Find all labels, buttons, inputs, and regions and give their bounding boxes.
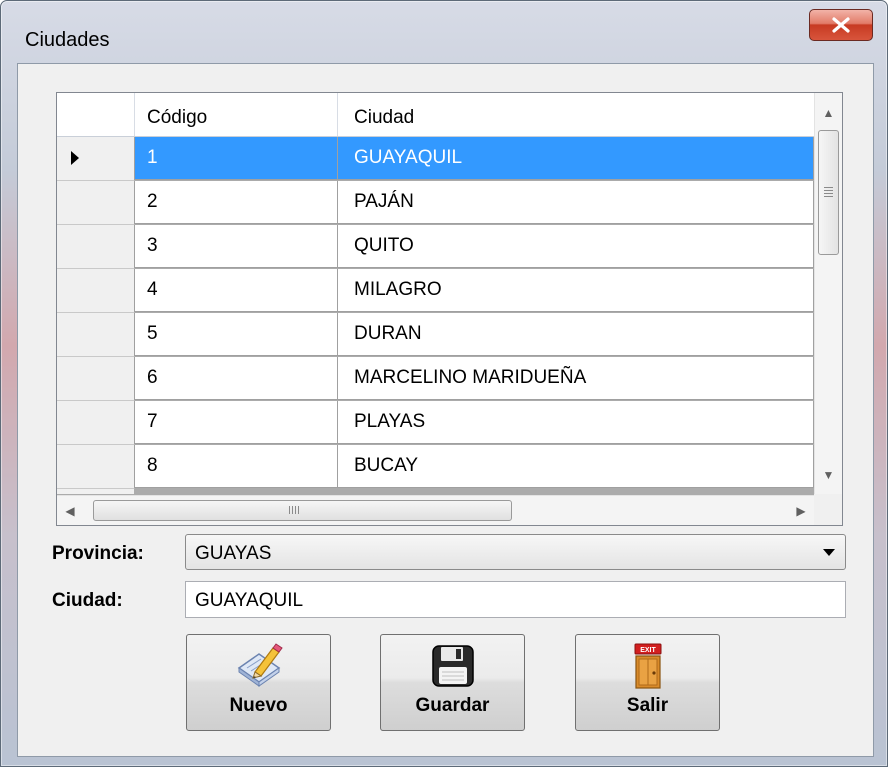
horizontal-scrollbar[interactable]: ◀ ▶ xyxy=(57,495,814,525)
column-header-ciudad[interactable]: Ciudad xyxy=(338,93,814,136)
table-row[interactable]: 1 GUAYAQUIL xyxy=(57,137,814,181)
table-row[interactable]: 3 QUITO xyxy=(57,225,814,269)
guardar-button[interactable]: Guardar xyxy=(380,634,525,731)
client-area: Código Ciudad 1 GUAYAQUIL 2 PAJÁN 3 QUIT… xyxy=(17,63,874,757)
dropdown-arrow-icon[interactable] xyxy=(823,549,835,556)
salir-button[interactable]: EXIT Salir xyxy=(575,634,720,731)
vertical-scroll-thumb[interactable] xyxy=(818,130,839,255)
grid-header: Código Ciudad xyxy=(57,93,814,137)
provincia-label: Provincia: xyxy=(52,543,144,564)
ciudad-input[interactable]: GUAYAQUIL xyxy=(185,581,846,618)
scroll-up-icon[interactable]: ▲ xyxy=(815,99,842,126)
row-header[interactable] xyxy=(57,225,135,269)
table-row[interactable]: 4 MILAGRO xyxy=(57,269,814,313)
horizontal-scroll-thumb[interactable] xyxy=(93,500,512,521)
vertical-scrollbar[interactable]: ▲ ▼ xyxy=(814,93,842,494)
cell-ciudad[interactable]: PAJÁN xyxy=(338,181,814,224)
cell-ciudad[interactable]: MILAGRO xyxy=(338,269,814,312)
save-floppy-icon xyxy=(431,645,474,687)
cell-ciudad[interactable]: MARCELINO MARIDUEÑA xyxy=(338,357,814,400)
title-bar[interactable]: Ciudades xyxy=(1,1,887,63)
scrollbar-corner xyxy=(814,494,842,525)
table-row[interactable]: 2 PAJÁN xyxy=(57,181,814,225)
current-row-arrow-icon xyxy=(71,151,79,165)
cell-ciudad[interactable]: BUCAY xyxy=(338,445,814,488)
row-header[interactable] xyxy=(57,313,135,357)
row-header[interactable] xyxy=(57,445,135,489)
exit-sign-text: EXIT xyxy=(640,647,656,654)
provincia-selected-value: GUAYAS xyxy=(195,543,272,564)
cell-ciudad[interactable]: GUAYAQUIL xyxy=(338,137,814,180)
salir-button-label: Salir xyxy=(626,695,669,716)
cell-codigo[interactable]: 6 xyxy=(135,357,338,400)
window-title: Ciudades xyxy=(25,29,110,51)
grip-icon xyxy=(289,506,299,514)
cell-ciudad[interactable]: QUITO xyxy=(338,225,814,268)
provincia-select[interactable]: GUAYAS xyxy=(185,534,846,570)
ciudades-window: Ciudades Código Ciudad 1 GUAYAQUIL 2 PAJ… xyxy=(0,0,888,767)
table-row[interactable]: 5 DURAN xyxy=(57,313,814,357)
cell-codigo[interactable]: 7 xyxy=(135,401,338,444)
cell-codigo[interactable]: 8 xyxy=(135,445,338,488)
scroll-down-icon[interactable]: ▼ xyxy=(815,461,842,488)
cell-codigo[interactable]: 1 xyxy=(135,137,338,180)
close-icon xyxy=(832,17,850,33)
row-header[interactable] xyxy=(57,401,135,445)
nuevo-button-label: Nuevo xyxy=(229,695,288,716)
grip-icon xyxy=(824,187,833,197)
table-row[interactable]: 7 PLAYAS xyxy=(57,401,814,445)
column-header-codigo[interactable]: Código xyxy=(135,93,338,136)
row-header[interactable] xyxy=(57,181,135,225)
cell-codigo[interactable]: 4 xyxy=(135,269,338,312)
cell-codigo[interactable]: 3 xyxy=(135,225,338,268)
ciudad-label: Ciudad: xyxy=(52,590,123,611)
scroll-left-icon[interactable]: ◀ xyxy=(57,496,83,525)
close-button[interactable] xyxy=(809,9,873,41)
exit-door-icon: EXIT xyxy=(634,643,661,689)
grid-rows: 1 GUAYAQUIL 2 PAJÁN 3 QUITO 4 MILAGRO 5 … xyxy=(57,137,814,489)
cities-grid[interactable]: Código Ciudad 1 GUAYAQUIL 2 PAJÁN 3 QUIT… xyxy=(56,92,843,526)
header-corner xyxy=(57,93,135,136)
nuevo-button[interactable]: Nuevo xyxy=(186,634,331,731)
cell-ciudad[interactable]: PLAYAS xyxy=(338,401,814,444)
new-document-pencil-icon xyxy=(237,643,283,687)
row-header[interactable] xyxy=(57,137,135,181)
cell-codigo[interactable]: 2 xyxy=(135,181,338,224)
cell-ciudad[interactable]: DURAN xyxy=(338,313,814,356)
guardar-button-label: Guardar xyxy=(415,695,490,716)
ciudad-input-value: GUAYAQUIL xyxy=(195,590,304,611)
table-row[interactable]: 6 MARCELINO MARIDUEÑA xyxy=(57,357,814,401)
table-row[interactable]: 8 BUCAY xyxy=(57,445,814,489)
row-header[interactable] xyxy=(57,269,135,313)
scroll-right-icon[interactable]: ▶ xyxy=(788,496,814,525)
row-header[interactable] xyxy=(57,357,135,401)
cell-codigo[interactable]: 5 xyxy=(135,313,338,356)
